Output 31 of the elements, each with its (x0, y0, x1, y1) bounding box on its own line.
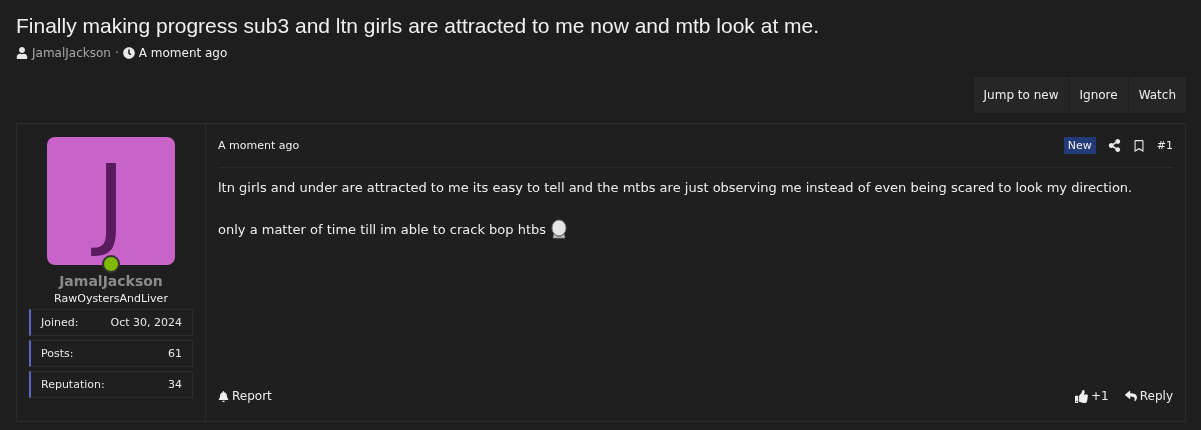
author-link[interactable]: JamalJackson (32, 46, 111, 60)
emoji-icon (550, 219, 569, 239)
thread-action-button[interactable]: Jump to new (972, 77, 1069, 113)
stat-label: Posts: (41, 347, 74, 360)
post-time[interactable]: A moment ago (218, 139, 300, 152)
clock-icon (122, 47, 135, 59)
bookmark-icon[interactable] (1132, 139, 1145, 152)
user-title: RawOystersAndLiver (54, 292, 168, 305)
like-button[interactable]: +1 (1075, 389, 1109, 403)
stat-value: 61 (168, 347, 182, 360)
new-badge: New (1063, 137, 1096, 154)
stat-label: Joined: (41, 316, 79, 329)
username[interactable]: JamalJackson (59, 273, 163, 289)
reply-icon (1124, 390, 1137, 402)
stat-value: 34 (168, 378, 182, 391)
thread-time: A moment ago (138, 46, 228, 60)
stat-value: Oct 30, 2024 (110, 316, 182, 329)
thread-title: Finally making progress sub3 and ltn girls are attracted to me now and mtb look at me. (16, 14, 821, 38)
share-icon[interactable] (1107, 139, 1121, 152)
post-number[interactable]: #1 (1156, 139, 1173, 152)
bell-icon (218, 390, 229, 402)
thread-action-button[interactable]: Ignore (1068, 77, 1128, 113)
reply-button[interactable]: Reply (1124, 389, 1173, 403)
thread-action-button[interactable]: Watch (1127, 77, 1186, 113)
post-text: ltn girls and under are attracted to me its easy to tell and the mtbs are just observing me instead of even being scared to look my direction. (218, 180, 1134, 195)
separator: · (114, 46, 119, 60)
thumbs-up-icon (1075, 389, 1089, 403)
post-text: only a matter of time till im able to crack bop htbs (218, 219, 1173, 239)
user-icon (16, 47, 28, 59)
stat-label: Reputation: (41, 378, 105, 391)
report-link[interactable]: Report (218, 389, 272, 403)
